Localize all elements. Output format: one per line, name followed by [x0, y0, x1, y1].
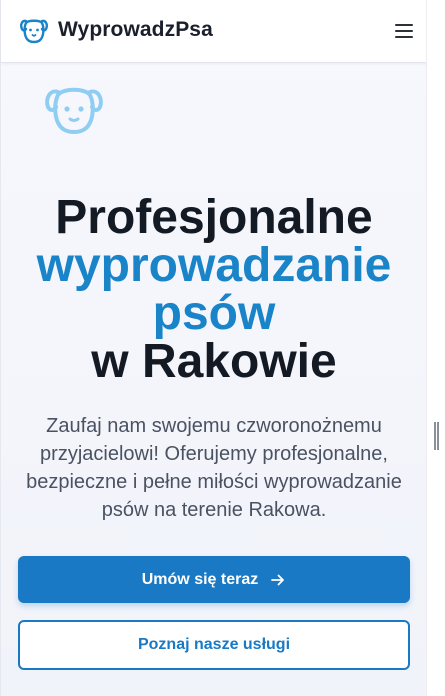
services-button[interactable]: Poznaj nasze usługi	[18, 620, 410, 670]
headline-line-2: w Rakowie	[91, 335, 337, 388]
headline-accent-1: wyprowadzanie	[36, 239, 392, 292]
arrow-right-icon	[271, 574, 285, 585]
brand-name[interactable]: WyprowadzPsa	[58, 18, 213, 42]
book-now-button[interactable]: Umów się teraz	[18, 556, 410, 603]
scrollbar-thumb[interactable]	[434, 422, 439, 450]
book-now-label: Umów się teraz	[141, 570, 259, 588]
headline-line-1: Profesjonalne	[55, 191, 373, 244]
site-header: WyprowadzPsa	[1, 0, 427, 63]
hamburger-menu-icon[interactable]	[393, 21, 415, 39]
scrollbar-track[interactable]	[426, 0, 445, 696]
hero-headline: Profesjonalne wyprowadzanie psów w Rakow…	[1, 194, 427, 386]
services-label: Poznaj nasze usługi	[137, 636, 291, 653]
page: WyprowadzPsa Profesjonalne wyprowadzanie…	[0, 0, 427, 696]
viewport: WyprowadzPsa Profesjonalne wyprowadzanie…	[0, 0, 445, 696]
headline-accent-2: psów	[152, 287, 276, 340]
dog-face-icon[interactable]	[19, 15, 49, 45]
dog-face-icon	[45, 87, 103, 134]
hero-description: Zaufaj nam swojemu czworonożnemu przyjac…	[26, 415, 402, 521]
